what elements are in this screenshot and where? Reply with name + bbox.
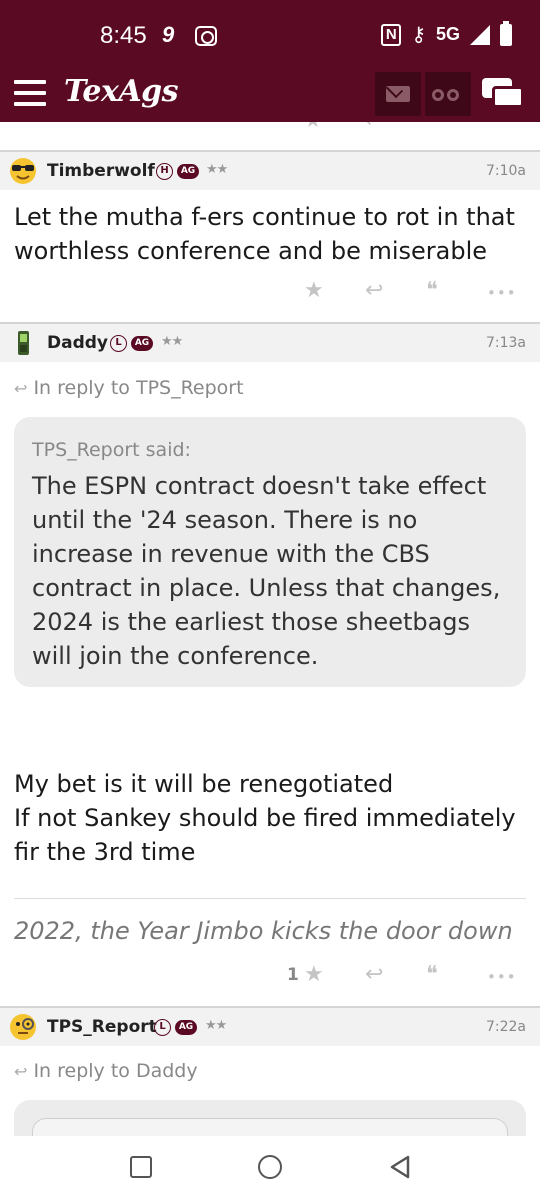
user-badge: H: [156, 163, 173, 180]
ag-badge: AG: [175, 1020, 197, 1035]
star-count: 1: [287, 965, 299, 985]
reply-icon[interactable]: ↩: [365, 278, 383, 303]
user-badge: L: [154, 1019, 171, 1036]
quote-author: TPS_Report said:: [32, 439, 191, 461]
mail-icon: [386, 86, 410, 102]
phone-icon: [18, 331, 29, 355]
binoculars-icon: [432, 89, 444, 101]
post-header: Timberwolf H AG ★★ 7:10a: [0, 150, 540, 190]
post-body: My bet is it will be renegotiated If not…: [14, 767, 529, 869]
back-icon[interactable]: [388, 1154, 412, 1180]
texags-logo[interactable]: TexAgs: [64, 74, 179, 109]
quote-icon[interactable]: ❝: [426, 122, 437, 132]
more-icon[interactable]: •••: [487, 968, 517, 986]
network-type: 5G: [435, 24, 460, 44]
system-nav-bar: [0, 1136, 540, 1200]
post-time: 7:22a: [485, 1019, 526, 1035]
more-icon[interactable]: •••: [487, 284, 517, 302]
signal-icon: [470, 24, 490, 45]
sunglasses-emoji-icon: [10, 158, 36, 184]
thread-content[interactable]: ★ ↩ ❝ Timberwolf H AG ★★ 7:10a Let the m…: [0, 122, 540, 1136]
username[interactable]: TPS_Report: [47, 1017, 157, 1037]
recents-icon[interactable]: [130, 1156, 152, 1178]
post-time: 7:10a: [485, 163, 526, 179]
username[interactable]: Daddy: [47, 333, 108, 353]
post-time: 7:13a: [485, 335, 526, 351]
screen-record-icon: [195, 26, 217, 46]
post-actions: ★ ↩ ❝ •••: [0, 278, 540, 312]
menu-icon[interactable]: [14, 80, 46, 106]
signature-divider: [14, 898, 526, 899]
star-icon[interactable]: ★: [304, 962, 324, 987]
post-header: TPS_Report L AG ★★ 7:22a: [0, 1006, 540, 1046]
reply-arrow-icon: ↩: [14, 1062, 28, 1081]
reply-to-text: In reply to TPS_Report: [33, 377, 244, 399]
star-icon[interactable]: ★: [304, 122, 322, 132]
username[interactable]: Timberwolf: [47, 161, 155, 181]
reply-icon[interactable]: ↩: [365, 962, 383, 987]
post-actions: 1 ★ ↩ ❝ •••: [0, 962, 540, 996]
post-body-line: My bet is it will be renegotiated: [14, 770, 394, 798]
rating-stars: ★★: [206, 162, 228, 177]
status-icons: N ⚷ 5G: [381, 20, 512, 47]
post-body-line: fir the 3rd time: [14, 838, 196, 866]
chat-icon[interactable]: [478, 72, 528, 114]
quote-icon[interactable]: ❝: [426, 278, 438, 303]
quote-box: [14, 1100, 526, 1136]
key-icon: ⚷: [411, 24, 426, 46]
quote-box: TPS_Report said: The ESPN contract doesn…: [14, 417, 526, 687]
battery-icon: [500, 20, 512, 46]
star-icon[interactable]: ★: [304, 278, 324, 303]
binoculars-button[interactable]: [425, 72, 471, 116]
ag-badge: AG: [177, 164, 199, 179]
binoculars-icon-right: [447, 89, 459, 101]
notification-9-icon: 9: [162, 22, 175, 47]
quote-text: The ESPN contract doesn't take effect un…: [32, 472, 501, 670]
quote-icon[interactable]: ❝: [426, 962, 438, 987]
reply-arrow-icon: ↩: [14, 379, 28, 398]
nfc-icon: N: [381, 23, 402, 46]
rating-stars: ★★: [205, 1018, 227, 1033]
ag-badge: AG: [131, 336, 153, 351]
signature: 2022, the Year Jimbo kicks the door down: [14, 917, 513, 945]
post-body-line: If not Sankey should be fired immediatel…: [14, 804, 516, 832]
reply-to-link[interactable]: ↩ In reply to TPS_Report: [14, 377, 244, 399]
status-time: 8:45: [100, 22, 147, 49]
status-bar: 8:45 9 N ⚷ 5G: [0, 0, 540, 68]
reply-to-text: In reply to Daddy: [33, 1060, 198, 1082]
monocle-emoji-icon: [10, 1014, 36, 1040]
previous-post-actions: ★ ↩ ❝: [0, 122, 540, 132]
nested-quote: [32, 1118, 508, 1136]
home-icon[interactable]: [258, 1155, 282, 1179]
mail-button[interactable]: [375, 72, 421, 116]
post-body: Let the mutha f-ers continue to rot in t…: [14, 203, 515, 265]
reply-icon[interactable]: ↩: [365, 122, 382, 132]
user-badge: L: [110, 335, 127, 352]
post-header: Daddy L AG ★★ 7:13a: [0, 322, 540, 362]
reply-to-link[interactable]: ↩ In reply to Daddy: [14, 1060, 198, 1082]
rating-stars: ★★: [161, 334, 183, 349]
app-header: TexAgs: [0, 68, 540, 122]
